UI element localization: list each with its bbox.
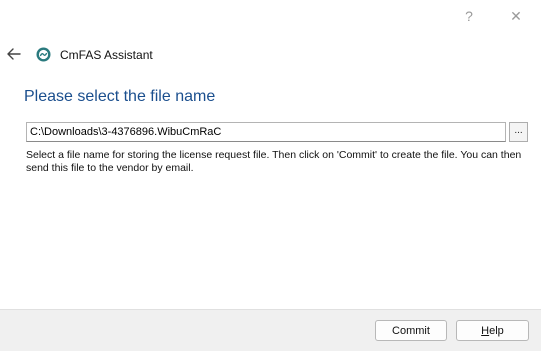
footer: Commit Help [0,309,541,351]
browse-button[interactable]: ... [509,122,528,142]
cmfas-logo-icon [36,47,51,62]
title-bar: ? ✕ [0,0,541,32]
page-heading: Please select the file name [24,88,216,105]
file-path-input[interactable] [26,122,506,142]
close-icon[interactable]: ✕ [493,0,539,32]
help-button[interactable]: Help [456,320,529,341]
arrow-left-icon[interactable] [4,44,24,64]
help-question-icon[interactable]: ? [446,0,492,32]
help-mnemonic: H [481,324,490,337]
app-title: CmFAS Assistant [60,48,153,62]
description-text: Select a file name for storing the licen… [26,149,522,174]
header: CmFAS Assistant [0,38,541,72]
commit-button[interactable]: Commit [375,320,447,341]
help-label-rest: elp [489,324,504,337]
